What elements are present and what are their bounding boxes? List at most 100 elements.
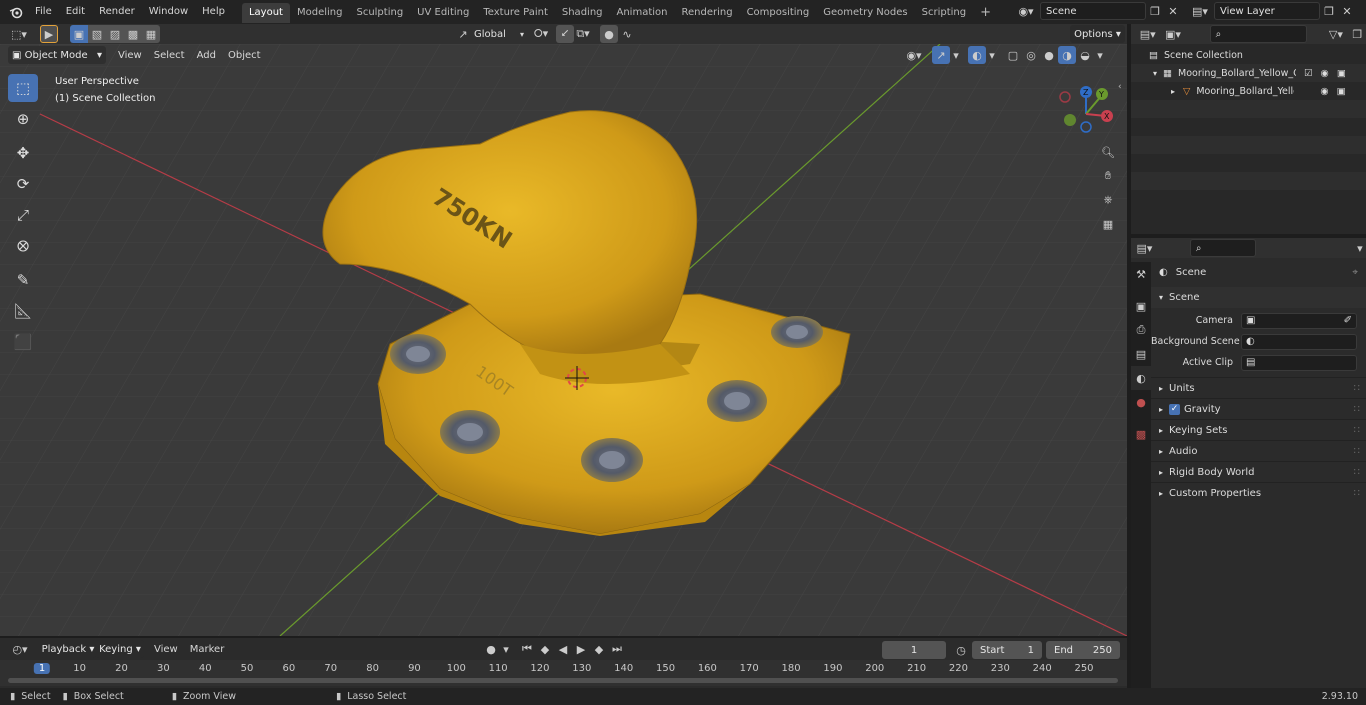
add-cube-tool-icon[interactable]: ⬛ (8, 328, 38, 356)
menu-window[interactable]: Window (142, 0, 195, 24)
shading-dropdown-icon[interactable]: ▾ (1094, 46, 1106, 64)
view-layer-selector-icon[interactable]: ▤▾ (1186, 2, 1214, 20)
object-menu[interactable]: Object (222, 50, 267, 61)
options-dropdown[interactable]: Options ▾ (1070, 25, 1125, 43)
eyedropper-icon[interactable]: ✐ (1344, 315, 1352, 326)
view-menu[interactable]: View (112, 50, 148, 61)
chevron-down-icon[interactable]: ▾ (1354, 239, 1366, 257)
menu-help[interactable]: Help (195, 0, 232, 24)
solid-shading-icon[interactable]: ● (1040, 46, 1058, 64)
view-layer-tab-icon[interactable]: ▤ (1131, 342, 1151, 366)
background-scene-field[interactable]: ◐ (1241, 333, 1357, 350)
end-frame-field[interactable]: End 250 (1046, 641, 1120, 659)
overlays-dropdown-icon[interactable]: ▾ (986, 46, 998, 64)
next-keyframe-icon[interactable]: ◆ (590, 640, 608, 658)
select-box-tool-icon[interactable]: ⬚ (8, 74, 38, 102)
tab-uv-editing[interactable]: UV Editing (410, 3, 476, 23)
filter-icon[interactable]: ▽▾ (1323, 25, 1348, 43)
menu-file[interactable]: File (28, 0, 59, 24)
auto-keying-icon[interactable]: ● (482, 640, 500, 658)
tab-geometry-nodes[interactable]: Geometry Nodes (816, 3, 914, 23)
measure-tool-icon[interactable]: 📐︎ (8, 297, 38, 325)
current-frame-field[interactable]: 1 (882, 641, 946, 659)
tab-rendering[interactable]: Rendering (674, 3, 739, 23)
tool-tab-icon[interactable]: ⚒ (1131, 262, 1151, 286)
play-reverse-icon[interactable]: ◀ (554, 640, 572, 658)
play-icon[interactable]: ▶ (572, 640, 590, 658)
visibility-icon[interactable]: ◉▾ (900, 46, 928, 64)
wireframe-shading-icon[interactable]: ◎ (1022, 46, 1040, 64)
move-tool-icon[interactable]: ✥ (8, 139, 38, 167)
material-preview-icon[interactable]: ◑ (1058, 46, 1076, 64)
cursor-tool-icon[interactable]: ⊕ (8, 105, 38, 133)
current-frame-marker[interactable]: 1 (33, 663, 51, 674)
zoom-icon[interactable]: 🔍︎ (1097, 140, 1119, 164)
panel-gravity[interactable]: ▸ ✓ Gravity ∷ (1151, 398, 1366, 419)
outliner-row-bollard-mesh[interactable]: ▸ ▽ Mooring_Bollard_Yellow_( ◉ ▣ (1131, 82, 1366, 100)
gizmo-toggle-icon[interactable]: ↗ (932, 46, 950, 64)
delete-scene-icon[interactable]: ✕ (1164, 2, 1182, 20)
outliner-row-bollard-collection[interactable]: ▾ ▦ Mooring_Bollard_Yellow_Old ☑ ◉ ▣ (1131, 64, 1366, 82)
active-clip-field[interactable]: ▤ (1241, 354, 1357, 371)
select-invert-icon[interactable]: ▩ (124, 25, 142, 43)
add-menu[interactable]: Add (191, 50, 222, 61)
pivot-point-icon[interactable]: ⭘▾ (532, 25, 550, 43)
viewport-scene[interactable]: 100T 750KN (0, 44, 1127, 636)
scale-tool-icon[interactable]: ⤢ (8, 201, 38, 229)
expand-arrow-icon[interactable]: ▸ (1171, 87, 1175, 96)
tab-modeling[interactable]: Modeling (290, 3, 350, 23)
sidebar-toggle-icon[interactable]: ‹ (1118, 82, 1122, 92)
xray-icon[interactable]: ▢ (1004, 46, 1022, 64)
playback-menu[interactable]: Playback ▾ (40, 640, 96, 658)
scene-panel-header[interactable]: ▾ Scene (1151, 287, 1366, 308)
view-layer-field[interactable]: View Layer (1214, 2, 1320, 20)
tab-shading[interactable]: Shading (555, 3, 610, 23)
frame-ruler[interactable]: 1 10 20 30 40 50 60 70 80 90 100 110 120 130 140 150 160… (0, 660, 1127, 686)
marker-menu[interactable]: Marker (184, 644, 231, 655)
tab-layout[interactable]: Layout (241, 3, 290, 23)
mode-dropdown[interactable]: ▣ Object Mode ▾ (8, 46, 106, 64)
select-tool-icon[interactable]: ▶ (40, 25, 58, 43)
navigation-gizmo[interactable]: Z Y X (1053, 78, 1123, 148)
snap-icon[interactable]: ⭩ (556, 25, 575, 43)
new-collection-icon[interactable]: ❐ (1349, 25, 1366, 43)
ortho-grid-icon[interactable]: ▦ (1097, 212, 1119, 236)
keying-menu[interactable]: Keying ▾ (96, 640, 144, 658)
select-subtract-icon[interactable]: ▨ (106, 25, 124, 43)
panel-units[interactable]: ▸ Units ∷ (1151, 377, 1366, 398)
world-tab-icon[interactable]: ● (1131, 390, 1151, 414)
overlays-toggle-icon[interactable]: ◐ (968, 46, 986, 64)
menu-edit[interactable]: Edit (59, 0, 92, 24)
snap-target-icon[interactable]: ⧉▾ (574, 25, 592, 43)
keying-dropdown-icon[interactable]: ▾ (500, 640, 512, 658)
timeline-view-menu[interactable]: View (148, 644, 184, 655)
start-frame-field[interactable]: Start 1 (972, 641, 1042, 659)
camera-field[interactable]: ▣ ✐ (1241, 312, 1357, 329)
panel-audio[interactable]: ▸ Audio ∷ (1151, 440, 1366, 461)
rendered-shading-icon[interactable]: ◒ (1076, 46, 1094, 64)
3d-viewport[interactable]: 100T 750KN ▣ Object Mode ▾ View Select Ad… (0, 44, 1127, 636)
add-workspace-icon[interactable]: + (973, 3, 998, 23)
blender-logo-icon[interactable] (4, 3, 28, 21)
gravity-checkbox[interactable]: ✓ (1169, 403, 1181, 415)
delete-view-layer-icon[interactable]: ✕ (1338, 2, 1356, 20)
falloff-icon[interactable]: ∿ (618, 25, 636, 43)
editor-type-icon[interactable]: ⬚▾ (6, 25, 32, 43)
panel-keying-sets[interactable]: ▸ Keying Sets ∷ (1151, 419, 1366, 440)
new-scene-icon[interactable]: ❐ (1146, 2, 1164, 20)
gizmo-dropdown-icon[interactable]: ▾ (950, 46, 962, 64)
menu-render[interactable]: Render (92, 0, 142, 24)
timeline-editor-type-icon[interactable]: ◴▾ (6, 640, 34, 658)
scene-name-field[interactable]: Scene (1040, 2, 1146, 20)
jump-start-icon[interactable]: ⏮︎ (518, 640, 536, 658)
tab-animation[interactable]: Animation (610, 3, 675, 23)
outliner-search-input[interactable]: ⌕ (1209, 25, 1308, 43)
pan-hand-icon[interactable]: ✋︎ (1097, 164, 1119, 188)
display-mode-icon[interactable]: ▣▾ (1160, 25, 1185, 43)
camera-icon[interactable]: ▣ (1337, 86, 1346, 97)
prev-keyframe-icon[interactable]: ◆ (536, 640, 554, 658)
texture-tab-icon[interactable]: ▩ (1131, 422, 1151, 446)
annotate-tool-icon[interactable]: ✎ (8, 266, 38, 294)
new-view-layer-icon[interactable]: ❐ (1320, 2, 1338, 20)
outliner-editor-type-icon[interactable]: ▤▾ (1135, 25, 1160, 43)
